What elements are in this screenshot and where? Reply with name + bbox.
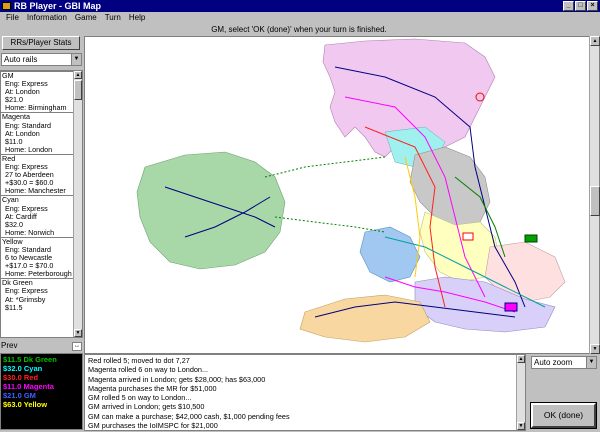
player-entry: Dk Green Eng: Express At: *Grimsby $11.5 [1, 278, 75, 311]
cash-dk-green: $11.5 Dk Green [3, 355, 57, 364]
player-entry: Magenta Eng: Standard At: London $11.0 H… [1, 112, 75, 153]
zoom-select[interactable]: Auto zoom ▼ [531, 356, 597, 369]
app-icon [2, 2, 11, 10]
zoom-select-value: Auto zoom [534, 358, 573, 367]
player-list-scrollbar[interactable]: ▲ ▼ [73, 71, 82, 337]
rails-select[interactable]: Auto rails ▼ [1, 53, 82, 66]
ok-done-button[interactable]: OK (done) [530, 402, 597, 429]
chevron-down-icon: ▼ [586, 357, 596, 368]
player-entry: Cyan Eng: Express At: Cardiff $32.0 Home… [1, 195, 75, 236]
scroll-thumb[interactable] [590, 186, 600, 216]
menu-file[interactable]: File [6, 12, 19, 24]
rails-select-value: Auto rails [4, 55, 38, 64]
map-scrollbar[interactable]: ▲ ▼ [589, 36, 600, 354]
menu-game[interactable]: Game [75, 12, 97, 24]
player-detail: Home: Peterborough [5, 269, 72, 279]
menu-help[interactable]: Help [129, 12, 145, 24]
southwest-region [299, 294, 431, 343]
rrs-player-stats-button[interactable]: RRs/Player Stats [2, 36, 80, 50]
log-line: GM can make a purchase; $42,000 cash, $1… [88, 411, 290, 421]
menu-turn[interactable]: Turn [105, 12, 121, 24]
cash-red: $30.0 Red [3, 373, 39, 382]
player-detail: Home: Norwich [5, 227, 55, 237]
cash-panel: $11.5 Dk Green $32.0 Cyan $30.0 Red $11.… [0, 353, 83, 430]
chevron-down-icon: ▼ [71, 54, 81, 65]
menu-information[interactable]: Information [27, 12, 67, 24]
cash-yellow: $63.0 Yellow [3, 400, 48, 409]
log-line: GM purchases the IoIMSPC for $21,000 [88, 421, 218, 431]
scroll-down-icon[interactable]: ▼ [517, 422, 525, 430]
cash-cyan: $32.0 Cyan [3, 364, 43, 373]
wales-region [359, 226, 421, 283]
log-line: Red rolled 5; moved to dot 7,27 [88, 356, 190, 365]
scroll-up-icon[interactable]: ▲ [517, 355, 525, 363]
window-title: RB Player - GBI Map [14, 1, 102, 11]
player-entry: GM Eng: Express At: London $21.0 Home: B… [1, 71, 75, 112]
message-log[interactable]: Red rolled 5; moved to dot 7,27 Magenta … [84, 354, 526, 431]
north-england-region [409, 146, 491, 228]
player-detail: $11.5 [5, 302, 23, 312]
cash-gm: $21.0 GM [3, 391, 36, 400]
log-line: Magenta arrived in London; gets $28,000;… [88, 374, 266, 384]
scroll-down-icon[interactable]: ▼ [74, 329, 82, 337]
player-entry: Yellow Eng: Standard 6 to Newcastle +$17… [1, 236, 75, 279]
player-detail: Home: London [5, 144, 53, 154]
game-map[interactable] [84, 36, 600, 354]
log-line: Magenta purchases the MR for $51,000 [88, 383, 217, 393]
log-line: GM rolled 5 on way to London... [88, 393, 192, 403]
scroll-up-icon[interactable]: ▲ [74, 71, 82, 79]
ireland-region [136, 151, 286, 270]
log-line: GM arrived in London; gets $10,500 [88, 402, 205, 412]
city-marker-red[interactable] [462, 232, 474, 241]
player-detail: Home: Manchester [5, 186, 66, 196]
app-window: RB Player - GBI Map _ □ × File Informati… [0, 0, 600, 432]
scroll-down-icon[interactable]: ▼ [590, 344, 600, 354]
player-detail: Home: Birmingham [5, 103, 67, 113]
prev-toggle-icon[interactable]: ↔ [72, 342, 82, 351]
city-marker-green[interactable] [524, 234, 538, 243]
player-entry: Red Eng: Express 27 to Aberdeen +$30.0 =… [1, 153, 75, 196]
scroll-up-icon[interactable]: ▲ [590, 36, 600, 46]
britain-map-svg [136, 38, 566, 343]
cash-magenta: $11.0 Magenta [3, 382, 54, 391]
minimize-button[interactable]: _ [563, 1, 574, 11]
menu-bar: File Information Game Turn Help [0, 12, 600, 24]
maximize-button[interactable]: □ [575, 1, 586, 11]
prev-label: Prev [1, 341, 18, 350]
left-panel: RRs/Player Stats Auto rails ▼ GM Eng: Ex… [0, 36, 83, 354]
player-list[interactable]: GM Eng: Express At: London $21.0 Home: B… [0, 70, 83, 338]
title-bar: RB Player - GBI Map _ □ × [0, 0, 600, 12]
close-button[interactable]: × [587, 1, 598, 11]
turn-status: GM, select 'OK (done)' when your turn is… [211, 25, 387, 34]
scroll-thumb[interactable] [74, 80, 82, 100]
log-line: Magenta rolled 6 on way to London... [88, 365, 209, 375]
city-marker-london[interactable] [504, 302, 518, 312]
log-scrollbar[interactable]: ▲ ▼ [516, 355, 525, 430]
